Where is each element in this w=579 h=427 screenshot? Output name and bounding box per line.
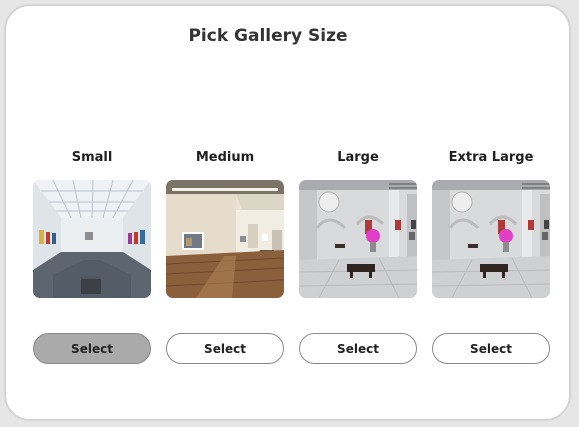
select-button-large[interactable]: Select (299, 333, 417, 364)
select-button-medium[interactable]: Select (166, 333, 284, 364)
select-button-small[interactable]: Select (33, 333, 151, 364)
select-button-extra-large[interactable]: Select (432, 333, 550, 364)
gallery-thumbnail-medium[interactable] (166, 180, 284, 298)
gallery-thumbnail-extra-large[interactable] (432, 180, 550, 298)
gallery-thumbnail-large[interactable] (299, 180, 417, 298)
option-label-medium: Medium (195, 150, 255, 165)
dialog-title: Pick Gallery Size (188, 26, 348, 46)
gallery-thumbnail-small[interactable] (33, 180, 151, 298)
option-label-small: Small (71, 150, 113, 165)
option-label-extra-large: Extra Large (448, 150, 534, 165)
option-label-large: Large (337, 150, 379, 165)
gallery-size-dialog: Pick Gallery Size Small Select Medium Se… (4, 4, 571, 421)
